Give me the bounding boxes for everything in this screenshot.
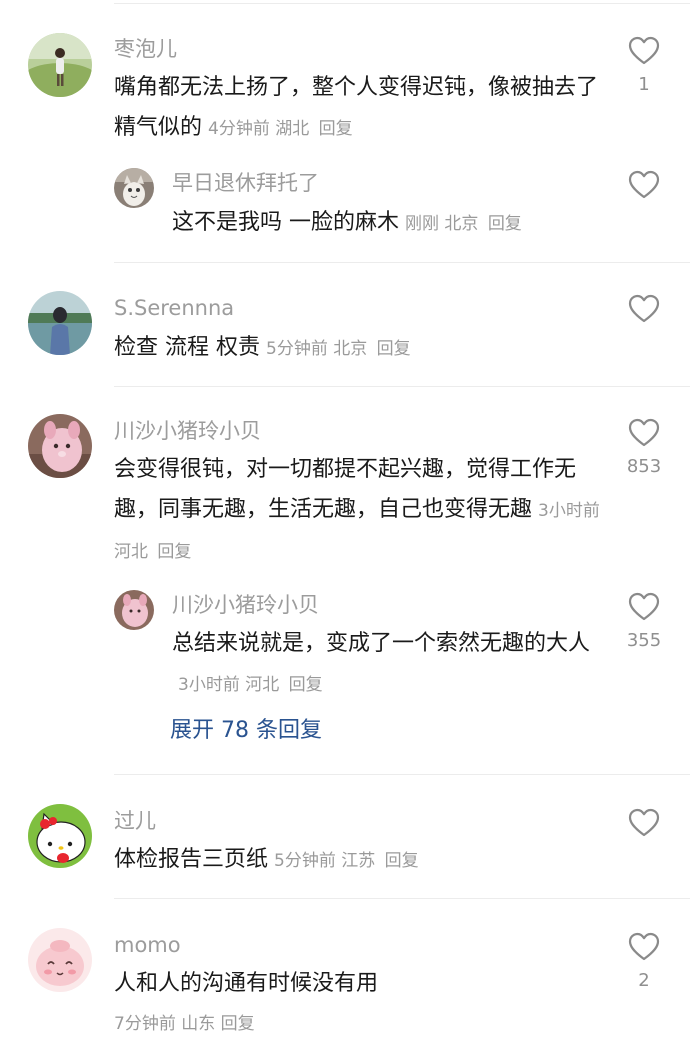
comment-content: 体检报告三页纸 5分钟前 江苏 回复 <box>114 840 604 881</box>
comment-time: 4分钟前 <box>208 119 270 139</box>
avatar[interactable] <box>114 590 154 630</box>
like-count <box>614 208 674 230</box>
heart-icon <box>628 932 660 961</box>
heart-icon <box>628 808 660 837</box>
reply-button[interactable]: 回复 <box>221 1014 255 1034</box>
avatar[interactable] <box>28 928 92 992</box>
girl-in-field-avatar <box>28 33 92 97</box>
expand-replies-link[interactable]: 展开 78 条回复 <box>170 716 322 746</box>
reply-location: 北京 <box>444 214 479 234</box>
heart-icon <box>628 418 660 447</box>
avatar[interactable] <box>28 291 92 355</box>
reply-username[interactable]: 川沙小猪玲小贝 <box>172 591 319 619</box>
like-button[interactable]: 1 <box>614 36 674 96</box>
comment-username[interactable]: momo <box>114 931 181 959</box>
reply-time: 刚刚 <box>405 214 439 234</box>
reply-username[interactable]: 早日退休拜托了 <box>172 169 319 197</box>
comment-time: 7分钟前 <box>114 1014 176 1034</box>
like-count: 355 <box>626 630 662 651</box>
comment-text: 检查 流程 权责 <box>114 335 260 360</box>
comment-location: 北京 <box>333 339 368 359</box>
pink-cartoon-avatar <box>28 928 92 992</box>
reply-button[interactable]: 回复 <box>377 339 411 359</box>
reply-text: 这不是我吗 一脸的麻木 <box>172 210 399 235</box>
like-button[interactable] <box>614 808 674 868</box>
like-button[interactable] <box>614 170 674 230</box>
pink-plush-avatar <box>114 590 154 630</box>
avatar[interactable] <box>114 168 154 208</box>
cat-avatar <box>114 168 154 208</box>
comment-content: 检查 流程 权责 5分钟前 北京 回复 <box>114 328 604 369</box>
reply-text: 总结来说就是，变成了一个索然无趣的大人 <box>172 631 591 656</box>
like-count <box>614 332 674 354</box>
comment-username[interactable]: 枣泡儿 <box>114 35 177 63</box>
comment-content: 人和人的沟通有时候没有用 <box>114 964 604 1004</box>
like-button[interactable]: 355 <box>614 592 674 652</box>
reply-time: 3小时前 <box>178 675 240 695</box>
pink-plush-avatar <box>28 414 92 478</box>
comment-text: 会变得很钝，对一切都提不起兴趣，觉得工作无趣，同事无趣，生活无趣，自己也变得无趣 <box>114 457 577 522</box>
divider <box>114 898 690 899</box>
divider <box>114 262 690 263</box>
reply-content: 这不是我吗 一脸的麻木 刚刚 北京 回复 <box>172 203 592 244</box>
divider <box>114 386 690 387</box>
comment-time: 5分钟前 <box>274 851 336 871</box>
avatar[interactable] <box>28 414 92 478</box>
reply-button[interactable]: 回复 <box>289 675 323 695</box>
comment-time: 3小时前 <box>538 501 600 521</box>
comment-text: 体检报告三页纸 <box>114 847 269 872</box>
comment-location: 河北 <box>114 542 148 562</box>
girl-by-lake-avatar <box>28 291 92 355</box>
comment-content: 嘴角都无法上扬了，整个人变得迟钝，像被抽去了精气似的 4分钟前 湖北 回复 <box>114 68 604 149</box>
heart-icon <box>628 36 660 65</box>
comment-username[interactable]: 过儿 <box>114 807 156 835</box>
like-button[interactable]: 853 <box>614 418 674 478</box>
reply-button[interactable]: 回复 <box>488 214 522 234</box>
divider <box>114 774 690 775</box>
heart-icon <box>628 294 660 323</box>
comment-meta: 7分钟前 山东 回复 <box>114 1010 255 1038</box>
comment-location: 江苏 <box>341 851 376 871</box>
like-button[interactable]: 2 <box>614 932 674 992</box>
like-count: 853 <box>626 456 662 477</box>
reply-location: 河北 <box>245 675 280 695</box>
heart-icon <box>628 592 660 621</box>
like-count: 2 <box>638 970 650 991</box>
reply-button[interactable]: 回复 <box>157 542 191 562</box>
divider <box>114 3 690 4</box>
comment-content: 会变得很钝，对一切都提不起兴趣，觉得工作无趣，同事无趣，生活无趣，自己也变得无趣… <box>114 450 604 572</box>
heart-icon <box>628 170 660 199</box>
comment-location: 山东 <box>181 1014 216 1034</box>
like-count <box>614 846 674 868</box>
comment-text: 嘴角都无法上扬了，整个人变得迟钝，像被抽去了精气似的 <box>114 75 599 140</box>
like-count: 1 <box>638 74 650 95</box>
comment-username[interactable]: 川沙小猪玲小贝 <box>114 417 261 445</box>
comment-location: 湖北 <box>275 119 310 139</box>
avatar[interactable] <box>28 33 92 97</box>
avatar[interactable] <box>28 804 92 868</box>
hello-kitty-avatar <box>28 804 92 868</box>
reply-content: 总结来说就是，变成了一个索然无趣的大人 3小时前 河北 回复 <box>172 624 592 705</box>
comment-username[interactable]: S.Serennna <box>114 294 234 322</box>
comment-text: 人和人的沟通有时候没有用 <box>114 971 379 996</box>
reply-button[interactable]: 回复 <box>319 119 353 139</box>
comment-time: 5分钟前 <box>266 339 328 359</box>
reply-button[interactable]: 回复 <box>385 851 419 871</box>
like-button[interactable] <box>614 294 674 354</box>
